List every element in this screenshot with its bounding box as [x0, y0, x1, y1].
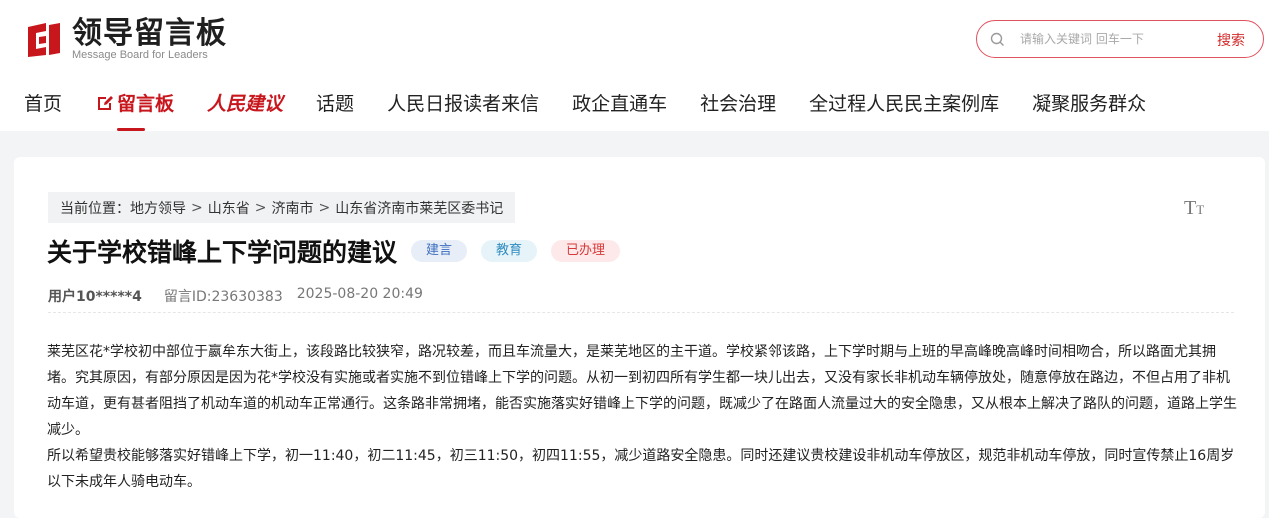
nav-item-label: 话题	[316, 93, 355, 115]
nav-item-label: 社会治理	[700, 93, 777, 115]
nav-item-label: 首页	[24, 93, 63, 115]
post-user: 用户10*****4	[48, 289, 142, 305]
font-size-icon-small: T	[1196, 202, 1205, 217]
divider	[48, 312, 1234, 313]
nav-item-home[interactable]: 首页	[24, 86, 62, 122]
logo-title: 领导留言板	[72, 16, 227, 51]
breadcrumb-item-local-leaders[interactable]: 地方领导	[130, 198, 186, 218]
post-meta: 用户10*****4 留言ID:23630383 2025-08-20 20:4…	[48, 286, 437, 306]
logo-mark-icon	[24, 19, 64, 59]
post-content: 莱芜区花*学校初中部位于嬴牟东大街上，该段路比较狭窄，路况较差，而且车流量大，是…	[47, 339, 1239, 495]
post-message-id: 留言ID:23630383	[163, 289, 283, 305]
post-paragraph: 莱芜区花*学校初中部位于嬴牟东大街上，该段路比较狭窄，路况较差，而且车流量大，是…	[47, 344, 1237, 438]
nav-item-label: 人民日报读者来信	[387, 93, 540, 115]
nav-item-gov-enterprise[interactable]: 政企直通车	[572, 86, 667, 122]
breadcrumb-separator: >	[318, 199, 331, 216]
main-nav: 首页 留言板 人民建议 话题 人民日报读者来信 政企直通车 社会治理 全过程人民…	[24, 86, 1179, 131]
nav-item-label: 全过程人民民主案例库	[809, 93, 1000, 115]
search-button[interactable]: 搜索	[1217, 30, 1245, 50]
font-size-icon-big: T	[1184, 197, 1197, 219]
nav-item-label: 人民建议	[207, 93, 284, 115]
nav-item-message-board[interactable]: 留言板	[95, 86, 175, 131]
post-title-row: 关于学校错峰上下学问题的建议 建言 教育 已办理	[47, 233, 621, 269]
tag-suggestion: 建言	[411, 240, 468, 262]
nav-item-social-governance[interactable]: 社会治理	[700, 86, 776, 122]
font-size-icon[interactable]: TT	[1184, 197, 1204, 220]
search-box: 搜索	[976, 20, 1264, 58]
nav-item-label: 凝聚服务群众	[1032, 93, 1147, 115]
breadcrumb-item-city[interactable]: 济南市	[271, 198, 313, 218]
post-title: 关于学校错峰上下学问题的建议	[47, 238, 398, 267]
logo-text: 领导留言板 Message Board for Leaders	[72, 16, 227, 62]
breadcrumb-item-leader[interactable]: 山东省济南市莱芜区委书记	[335, 198, 503, 218]
edit-icon	[95, 89, 115, 125]
breadcrumb-separator: >	[191, 199, 203, 216]
post-paragraph: 所以希望贵校能够落实好错峰上下学，初一11:40，初二11:45，初三11:50…	[47, 448, 1235, 490]
tag-status-handled: 已办理	[551, 240, 621, 262]
nav-item-readers-letters[interactable]: 人民日报读者来信	[387, 86, 539, 122]
breadcrumb-separator: >	[254, 199, 267, 216]
nav-item-serve-masses[interactable]: 凝聚服务群众	[1032, 86, 1146, 122]
site-logo[interactable]: 领导留言板 Message Board for Leaders	[24, 16, 227, 62]
nav-item-people-suggestion[interactable]: 人民建议	[207, 86, 283, 122]
breadcrumb-item-province[interactable]: 山东省	[208, 198, 250, 218]
post-datetime: 2025-08-20 20:49	[296, 286, 423, 302]
nav-item-label: 政企直通车	[572, 93, 668, 115]
search-icon	[990, 32, 1005, 47]
breadcrumb-prefix: 当前位置：	[60, 200, 130, 217]
nav-item-democracy-cases[interactable]: 全过程人民民主案例库	[809, 86, 999, 122]
nav-item-topics[interactable]: 话题	[316, 86, 354, 122]
search-input[interactable]	[1020, 32, 1200, 46]
breadcrumb: 当前位置： 地方领导 > 山东省 > 济南市 > 山东省济南市莱芜区委书记	[48, 192, 516, 223]
tag-education: 教育	[481, 240, 538, 262]
top-bar: 领导留言板 Message Board for Leaders 搜索 首页 留言…	[0, 0, 1269, 131]
post-card: 当前位置： 地方领导 > 山东省 > 济南市 > 山东省济南市莱芜区委书记 TT…	[14, 157, 1265, 518]
logo-subtitle: Message Board for Leaders	[72, 49, 208, 61]
nav-item-label: 留言板	[117, 93, 175, 115]
